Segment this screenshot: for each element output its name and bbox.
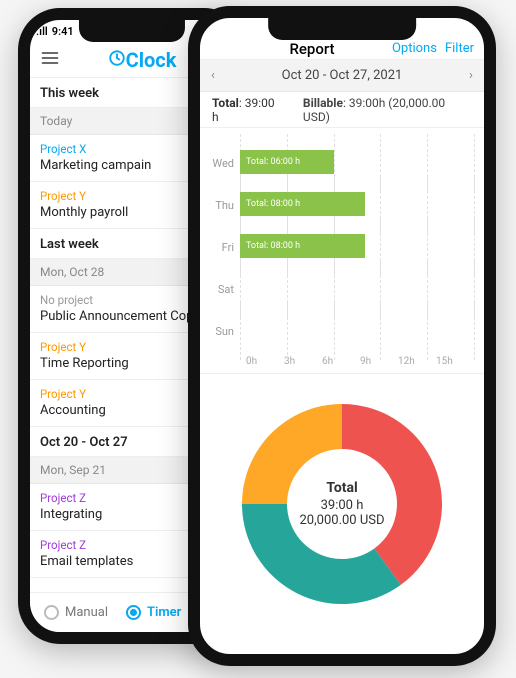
date-range-bar: ‹ Oct 20 - Oct 27, 2021 › <box>200 60 484 92</box>
mode-manual[interactable]: Manual <box>44 605 108 620</box>
chart-row: Sat <box>210 268 474 310</box>
chart-row: WedTotal: 06:00 h <box>210 142 474 184</box>
chart-day-label: Fri <box>210 241 240 254</box>
status-time: 9:41 <box>52 25 74 38</box>
brand-text: Clock <box>126 48 177 72</box>
options-link[interactable]: Options <box>392 41 437 56</box>
chevron-right-icon[interactable]: › <box>458 68 484 83</box>
donut-chart: Total 39:00 h 20,000.00 USD <box>200 374 484 634</box>
chart-row: FriTotal: 08:00 h <box>210 226 474 268</box>
signal-icon: .ıll <box>36 25 48 38</box>
chart-bar: Total: 08:00 h <box>240 234 365 258</box>
chart-day-label: Sun <box>210 325 240 338</box>
notch <box>79 20 185 42</box>
chart-day-label: Thu <box>210 199 240 212</box>
total-summary: Total: 39:00 h <box>212 96 283 124</box>
page-title: Report <box>240 40 384 58</box>
date-range[interactable]: Oct 20 - Oct 27, 2021 <box>226 68 458 83</box>
chart-row: Sun <box>210 310 474 352</box>
mode-manual-label: Manual <box>65 605 108 620</box>
phone-right: Report Options Filter ‹ Oct 20 - Oct 27,… <box>188 6 496 666</box>
chart-bar: Total: 06:00 h <box>240 150 334 174</box>
mode-timer-label: Timer <box>147 605 181 620</box>
chart-day-label: Wed <box>210 157 240 170</box>
notch <box>268 18 416 40</box>
bar-chart: WedTotal: 06:00 hThuTotal: 08:00 hFriTot… <box>200 128 484 374</box>
clock-icon <box>108 48 126 72</box>
chart-x-axis: 0h3h6h9h12h15h <box>210 356 474 367</box>
mode-timer[interactable]: Timer <box>126 605 181 620</box>
totals-bar: Total: 39:00 h Billable: 39:00h (20,000.… <box>200 92 484 128</box>
chart-row: ThuTotal: 08:00 h <box>210 184 474 226</box>
chart-bar: Total: 08:00 h <box>240 192 365 216</box>
chart-day-label: Sat <box>210 283 240 296</box>
chevron-left-icon[interactable]: ‹ <box>200 68 226 83</box>
filter-link[interactable]: Filter <box>445 41 474 56</box>
donut-center-label: Total 39:00 h 20,000.00 USD <box>299 480 384 528</box>
menu-icon[interactable] <box>40 48 60 72</box>
billable-summary: Billable: 39:00h (20,000.00 USD) <box>303 96 472 124</box>
